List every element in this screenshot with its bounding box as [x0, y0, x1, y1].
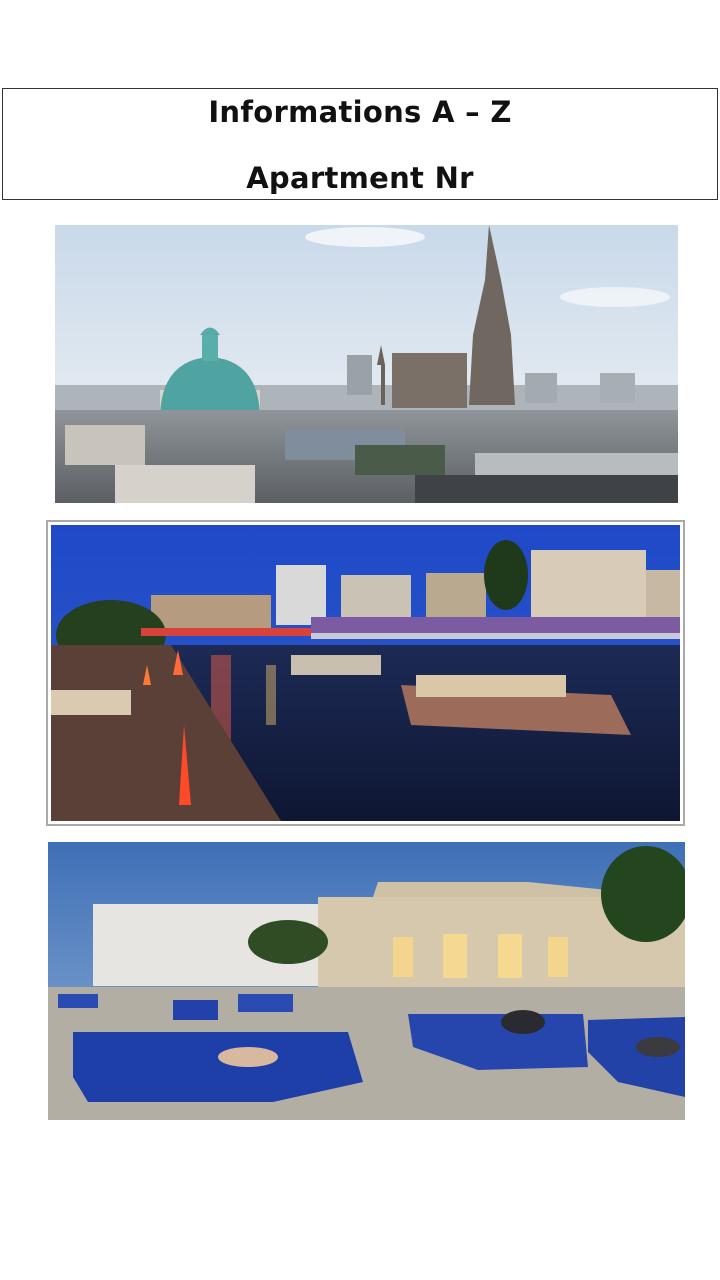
title-box: Informations A – Z Apartment Nr [2, 88, 718, 200]
river-night-photo [51, 525, 680, 821]
city-skyline-photo [55, 225, 678, 503]
page-title: Informations A – Z [208, 95, 512, 129]
apartment-number-label: Apartment Nr [246, 161, 474, 195]
museum-square-photo [48, 842, 685, 1120]
